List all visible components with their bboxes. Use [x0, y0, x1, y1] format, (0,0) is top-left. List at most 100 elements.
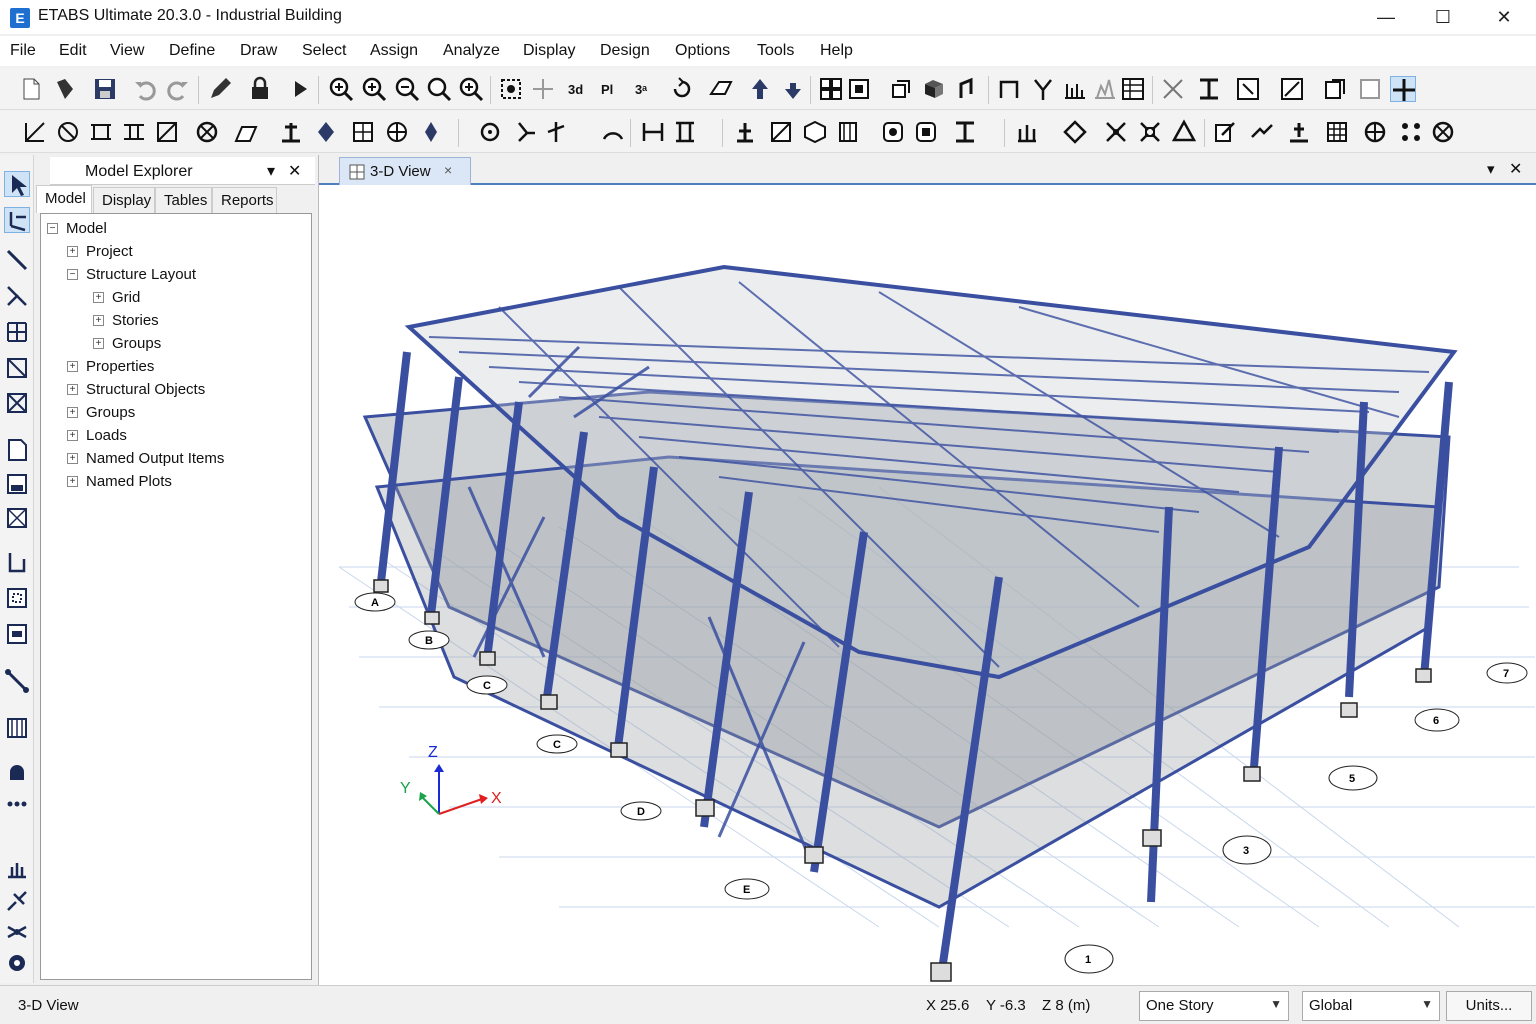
- draw-joint-icon[interactable]: [22, 119, 48, 145]
- draw-frame-icon[interactable]: [55, 119, 81, 145]
- set-display-options-icon[interactable]: [818, 76, 844, 102]
- snap-ends-icon[interactable]: [513, 119, 539, 145]
- show-3d-objects-icon[interactable]: [921, 76, 947, 102]
- draw-wall-icon[interactable]: [278, 119, 304, 145]
- undo-icon[interactable]: [132, 76, 158, 102]
- menu-define[interactable]: Define: [169, 42, 215, 60]
- run-analysis-icon[interactable]: [287, 76, 313, 102]
- pencil-icon[interactable]: [207, 76, 233, 102]
- close-tab-icon[interactable]: ×: [444, 162, 452, 178]
- object-shrink-icon[interactable]: [846, 76, 872, 102]
- modal-cases-icon[interactable]: [1137, 119, 1163, 145]
- assign-shell-section-icon[interactable]: [802, 119, 828, 145]
- expand-icon[interactable]: +: [67, 245, 78, 257]
- mass-source-icon[interactable]: [1103, 119, 1129, 145]
- expand-icon[interactable]: +: [67, 429, 78, 441]
- assign-frame-section-icon[interactable]: [768, 119, 794, 145]
- select-beam-icon[interactable]: [672, 119, 698, 145]
- draw-slab-icon[interactable]: [4, 621, 30, 647]
- select-column-icon[interactable]: [640, 119, 666, 145]
- units-button[interactable]: Units...: [1446, 991, 1532, 1021]
- snap-intersections-icon[interactable]: [543, 119, 569, 145]
- tree-item-project[interactable]: + Project: [67, 240, 133, 262]
- tree-item-model[interactable]: − Model: [47, 217, 107, 239]
- detailing-icon[interactable]: [1322, 76, 1348, 102]
- draw-link-icon[interactable]: [194, 119, 220, 145]
- zoom-out-icon[interactable]: [394, 76, 420, 102]
- expand-icon[interactable]: +: [67, 406, 78, 418]
- view-close-icon[interactable]: ✕: [1509, 159, 1522, 179]
- analysis-options-icon[interactable]: [1014, 119, 1040, 145]
- draw-floor-icon[interactable]: [232, 119, 258, 145]
- tree-item-properties[interactable]: + Properties: [67, 355, 154, 377]
- draw-tendon-icon[interactable]: [4, 715, 30, 741]
- draw-cross-brace-icon[interactable]: [4, 390, 30, 416]
- plan-view-icon[interactable]: Pl: [599, 76, 625, 102]
- expand-icon[interactable]: +: [67, 360, 78, 372]
- tree-item-named-output-items[interactable]: + Named Output Items: [67, 447, 224, 469]
- assign-restraints-icon[interactable]: [732, 119, 758, 145]
- connection-design-icon[interactable]: [1398, 119, 1424, 145]
- show-frame-forces-icon[interactable]: [1196, 76, 1222, 102]
- draw-braced-frame-icon[interactable]: [4, 355, 30, 381]
- rotate-view-icon[interactable]: [669, 76, 695, 102]
- select-pointer-icon[interactable]: [4, 171, 30, 197]
- menu-assign[interactable]: Assign: [370, 42, 418, 60]
- maximize-button[interactable]: ☐: [1413, 0, 1473, 34]
- show-story-response-icon[interactable]: [1235, 76, 1261, 102]
- assign-diaphragm-icon[interactable]: [880, 119, 906, 145]
- draw-frame-grid-icon[interactable]: [4, 319, 30, 345]
- assign-panel-zone-icon[interactable]: [4, 950, 30, 976]
- draw-line-icon[interactable]: [4, 247, 30, 273]
- show-deformed-icon[interactable]: [996, 76, 1022, 102]
- menu-display[interactable]: Display: [523, 42, 575, 60]
- new-model-icon[interactable]: [18, 76, 44, 102]
- show-shell-stresses-icon[interactable]: [1092, 76, 1118, 102]
- tree-item-loads[interactable]: + Loads: [67, 424, 127, 446]
- shear-wall-design-icon[interactable]: [1324, 119, 1350, 145]
- story-select[interactable]: One Story ▼: [1139, 991, 1289, 1021]
- tab-3d-view[interactable]: 3-D View ×: [339, 157, 471, 185]
- composite-beam-icon[interactable]: [1286, 119, 1312, 145]
- expand-icon[interactable]: +: [93, 337, 104, 349]
- tab-model[interactable]: Model: [36, 185, 92, 213]
- draw-point-icon[interactable]: [4, 283, 30, 309]
- draw-column-icon[interactable]: [121, 119, 147, 145]
- coordinate-system-select[interactable]: Global ▼: [1302, 991, 1440, 1021]
- tree-item-layout-groups[interactable]: + Groups: [93, 332, 161, 354]
- show-forces-icon[interactable]: [1030, 76, 1056, 102]
- tree-item-stories[interactable]: + Stories: [93, 309, 159, 331]
- collapse-icon[interactable]: −: [67, 268, 78, 280]
- move-down-icon[interactable]: [780, 76, 806, 102]
- assign-link-icon[interactable]: [4, 919, 30, 945]
- close-window-button[interactable]: ✕: [1474, 0, 1534, 34]
- assign-loads-icon[interactable]: [836, 119, 862, 145]
- menu-file[interactable]: File: [10, 42, 36, 60]
- zoom-window-icon[interactable]: [328, 76, 354, 102]
- show-mode-shape-icon[interactable]: [1279, 76, 1305, 102]
- tree-item-named-plots[interactable]: + Named Plots: [67, 470, 172, 492]
- show-undeformed-icon[interactable]: [955, 76, 981, 102]
- draw-area-icon[interactable]: [4, 437, 30, 463]
- design-check-icon[interactable]: [1357, 76, 1383, 102]
- expand-icon[interactable]: +: [93, 291, 104, 303]
- tree-item-structure-layout[interactable]: − Structure Layout: [67, 263, 196, 285]
- show-shells-icon[interactable]: [1062, 76, 1088, 102]
- response-spectrum-icon[interactable]: [1171, 119, 1197, 145]
- design-results-icon[interactable]: [1430, 119, 1456, 145]
- menu-design[interactable]: Design: [600, 42, 650, 60]
- menu-options[interactable]: Options: [675, 42, 730, 60]
- reshape-object-icon[interactable]: [4, 207, 30, 233]
- draw-link-element-icon[interactable]: [4, 668, 30, 694]
- close-panel-icon[interactable]: ✕: [288, 161, 301, 181]
- draw-dimension-line-icon[interactable]: [4, 758, 30, 784]
- tab-reports[interactable]: Reports: [212, 187, 277, 213]
- slab-design-icon[interactable]: [1362, 119, 1388, 145]
- draw-wall-area-icon[interactable]: [4, 549, 30, 575]
- assign-spring-icon[interactable]: [4, 888, 30, 914]
- tree-item-grid[interactable]: + Grid: [93, 286, 140, 308]
- pointer-crosshair-icon[interactable]: [1390, 76, 1416, 102]
- zoom-in-icon[interactable]: [361, 76, 387, 102]
- expand-icon[interactable]: +: [93, 314, 104, 326]
- move-icon[interactable]: [530, 76, 556, 102]
